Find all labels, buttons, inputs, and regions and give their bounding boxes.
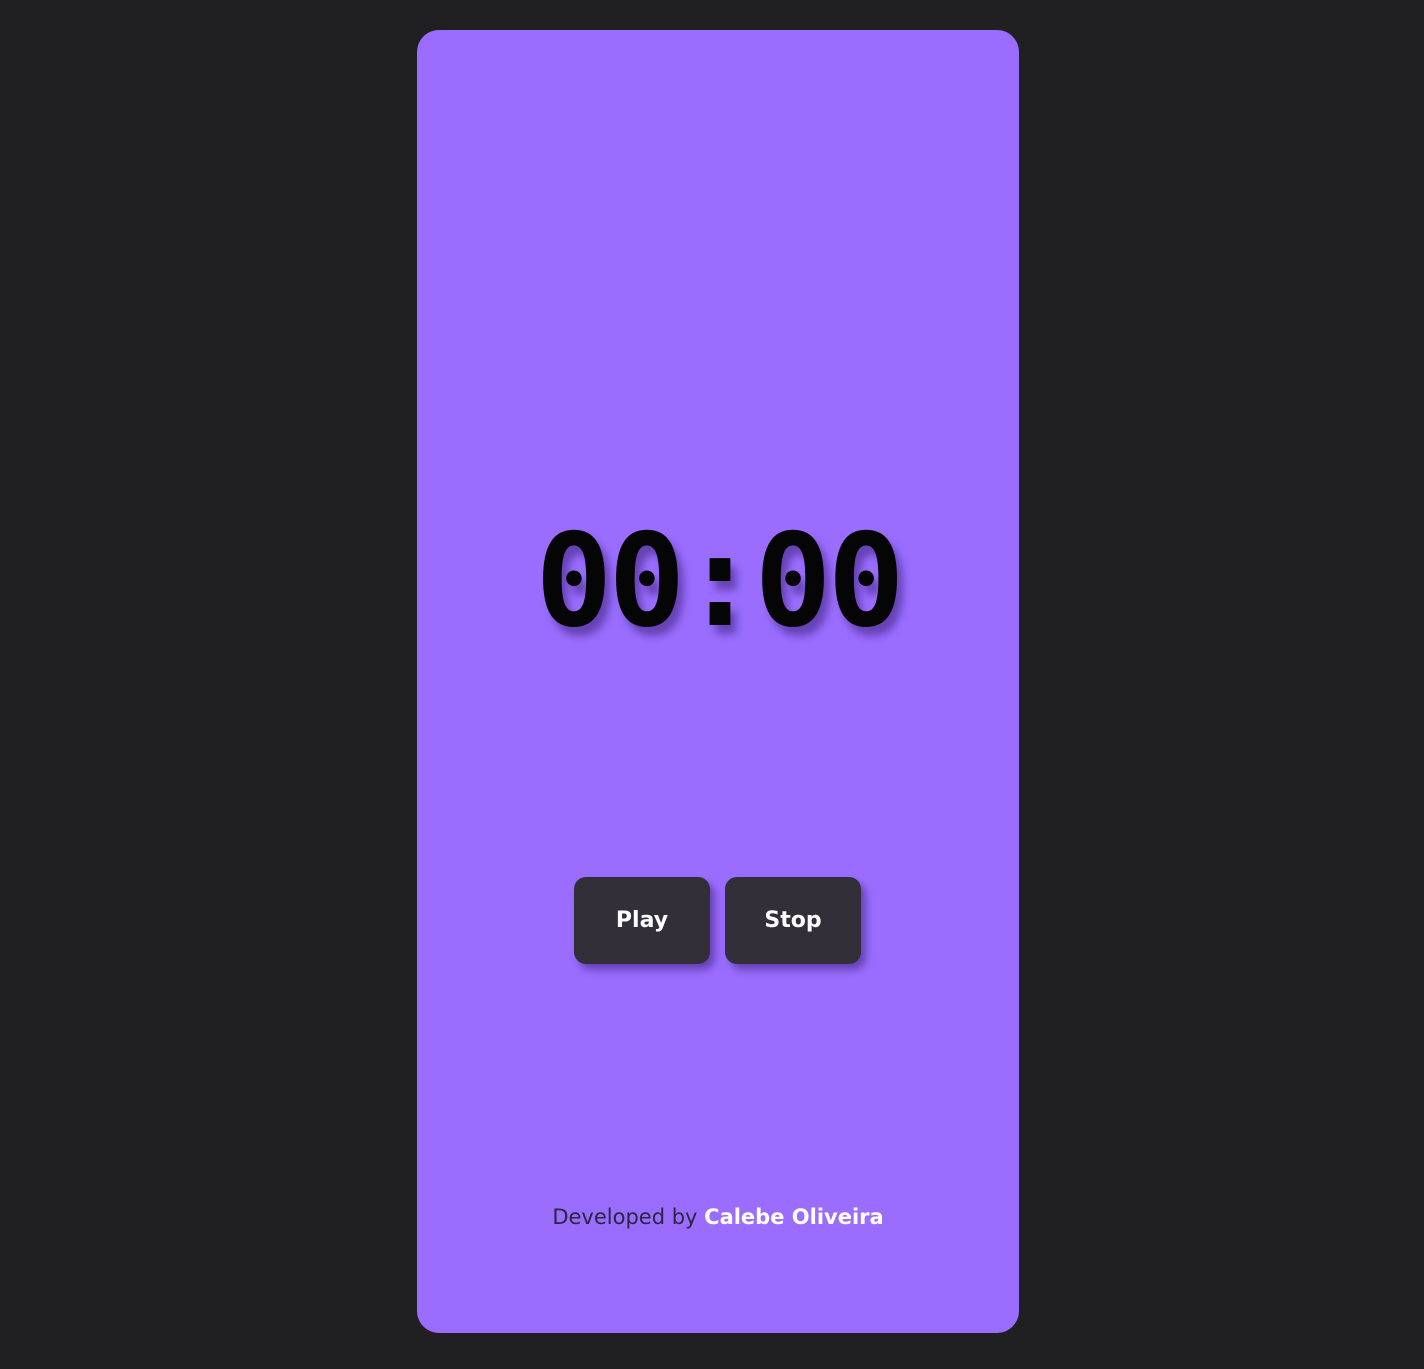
author-link[interactable]: Calebe Oliveira [704, 1205, 884, 1229]
footer-credit: Developed by Calebe Oliveira [417, 1202, 1019, 1232]
controls: Play Stop [574, 877, 861, 964]
stopwatch-card: 00:00 Play Stop Developed by Calebe Oliv… [417, 30, 1019, 1333]
footer-prefix: Developed by [552, 1205, 698, 1229]
timer-display: 00:00 [535, 507, 904, 656]
play-button[interactable]: Play [574, 877, 710, 964]
stop-button[interactable]: Stop [725, 877, 861, 964]
